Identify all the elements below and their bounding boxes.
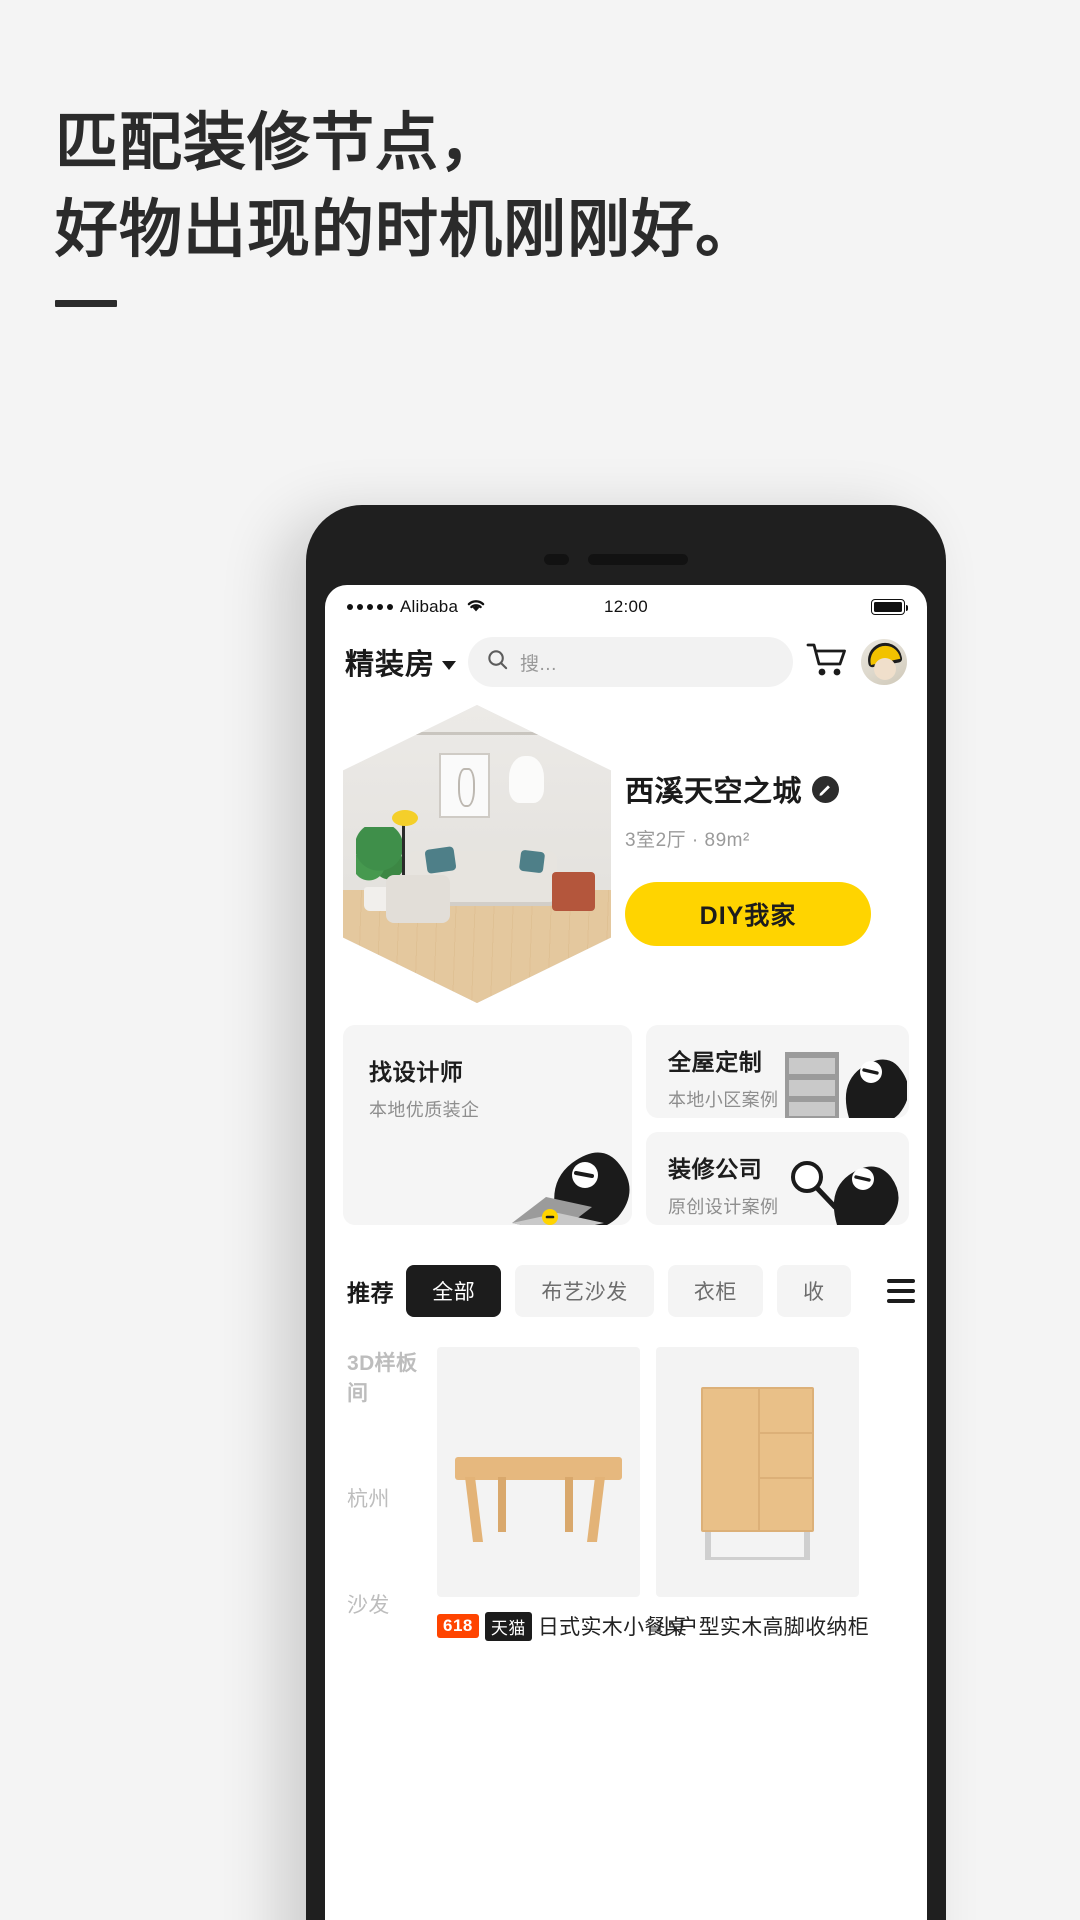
product-card[interactable]: 小户型实木高脚收纳柜 bbox=[656, 1347, 869, 1695]
battery-full-icon bbox=[871, 599, 908, 615]
pencil-edit-icon[interactable] bbox=[812, 775, 840, 803]
service-card-company[interactable]: 装修公司 原创设计案例 bbox=[646, 1132, 909, 1225]
product-card[interactable]: 618 天猫 日式实木小餐桌 bbox=[437, 1347, 687, 1695]
wooden-dining-table bbox=[437, 1347, 640, 1597]
product-grid: 618 天猫 日式实木小餐桌 小户型实木高脚收纳柜 bbox=[437, 1347, 927, 1695]
status-bar: Alibaba 12:00 bbox=[325, 585, 927, 629]
feed-side-rail: 3D样板间 杭州 沙发 bbox=[325, 1347, 437, 1695]
service-cards: 找设计师 本地优质装企 全屋定制 本地小区案例 装修公司 原创设计案例 bbox=[325, 1003, 927, 1225]
diy-home-button[interactable]: DIY我家 bbox=[625, 882, 871, 946]
shopping-cart-icon[interactable] bbox=[805, 640, 849, 685]
product-name: 小户型实木高脚收纳柜 bbox=[656, 1616, 869, 1639]
hero-info: 西溪天空之城 3室2厅 · 89m² DIY我家 bbox=[625, 762, 909, 946]
front-camera-icon bbox=[544, 554, 569, 565]
search-icon bbox=[486, 648, 509, 676]
headline-rule bbox=[55, 299, 117, 307]
status-right bbox=[871, 599, 908, 615]
product-feed: 3D样板间 杭州 沙发 618 天猫 日式实木小餐桌 小户型实木高脚收纳柜 bbox=[325, 1317, 927, 1695]
property-title: 西溪天空之城 bbox=[625, 776, 803, 808]
chip-wardrobe[interactable]: 衣柜 bbox=[667, 1265, 764, 1317]
status-time: 12:00 bbox=[603, 597, 649, 616]
badge-618: 618 bbox=[437, 1614, 479, 1638]
earpiece-speaker bbox=[588, 554, 688, 565]
service-title: 找设计师 bbox=[369, 1059, 464, 1085]
product-caption: 618 天猫 日式实木小餐桌 bbox=[437, 1611, 687, 1641]
headline-line-2: 好物出现的时机刚刚好。 bbox=[55, 194, 759, 265]
magnifier-mascot-illustration bbox=[791, 1161, 899, 1225]
property-spec: 3室2厅 · 89m² bbox=[625, 830, 750, 851]
rail-item-showroom[interactable]: 3D样板间 bbox=[347, 1347, 437, 1407]
search-placeholder: 搜... bbox=[520, 653, 557, 675]
rail-item-sofa[interactable]: 沙发 bbox=[347, 1589, 437, 1619]
living-room-photo[interactable] bbox=[343, 705, 611, 1003]
hamburger-menu-icon[interactable] bbox=[887, 1279, 927, 1303]
cabinet-mascot-illustration bbox=[785, 1052, 907, 1118]
service-card-designer[interactable]: 找设计师 本地优质装企 bbox=[343, 1025, 632, 1225]
chip-all[interactable]: 全部 bbox=[406, 1265, 502, 1317]
product-caption: 小户型实木高脚收纳柜 bbox=[656, 1611, 869, 1641]
chip-fabric-sofa[interactable]: 布艺沙发 bbox=[515, 1265, 654, 1317]
poster-canvas: 匹配装修节点， 好物出现的时机刚刚好。 Alibaba 12:00 精装房 搜.… bbox=[0, 0, 1080, 1920]
headline-block: 匹配装修节点， 好物出现的时机刚刚好。 bbox=[55, 100, 955, 307]
rail-item-city[interactable]: 杭州 bbox=[347, 1483, 437, 1513]
service-card-custom[interactable]: 全屋定制 本地小区案例 bbox=[646, 1025, 909, 1118]
brand-label: 精装房 bbox=[345, 649, 436, 681]
app-header: 精装房 搜... bbox=[325, 629, 927, 699]
headline-line-1: 匹配装修节点， bbox=[55, 108, 503, 178]
badge-tmall: 天猫 bbox=[484, 1611, 532, 1641]
search-input[interactable]: 搜... bbox=[468, 637, 793, 687]
laptop-mascot-illustration bbox=[512, 1152, 630, 1225]
feed-section-label: 推荐 bbox=[347, 1280, 395, 1306]
chevron-down-icon bbox=[442, 660, 457, 670]
feed-tabs: 推荐 全部 布艺沙发 衣柜 收 bbox=[325, 1225, 927, 1317]
wooden-tall-cabinet bbox=[656, 1347, 859, 1597]
phone-mockup: Alibaba 12:00 精装房 搜... 西溪天空之城 3室2厅 · 89m… bbox=[306, 505, 946, 1920]
chip-storage[interactable]: 收 bbox=[777, 1265, 851, 1317]
brand-selector[interactable]: 精装房 bbox=[345, 641, 457, 683]
hero-title-row: 西溪天空之城 bbox=[625, 768, 909, 810]
user-avatar[interactable] bbox=[861, 639, 907, 685]
category-chips: 全部 布艺沙发 衣柜 收 bbox=[406, 1265, 875, 1317]
hero-section: 西溪天空之城 3室2厅 · 89m² DIY我家 bbox=[325, 699, 927, 1003]
service-cards-right: 全屋定制 本地小区案例 装修公司 原创设计案例 bbox=[646, 1025, 909, 1225]
phone-screen: Alibaba 12:00 精装房 搜... 西溪天空之城 3室2厅 · 89m… bbox=[325, 585, 927, 1920]
